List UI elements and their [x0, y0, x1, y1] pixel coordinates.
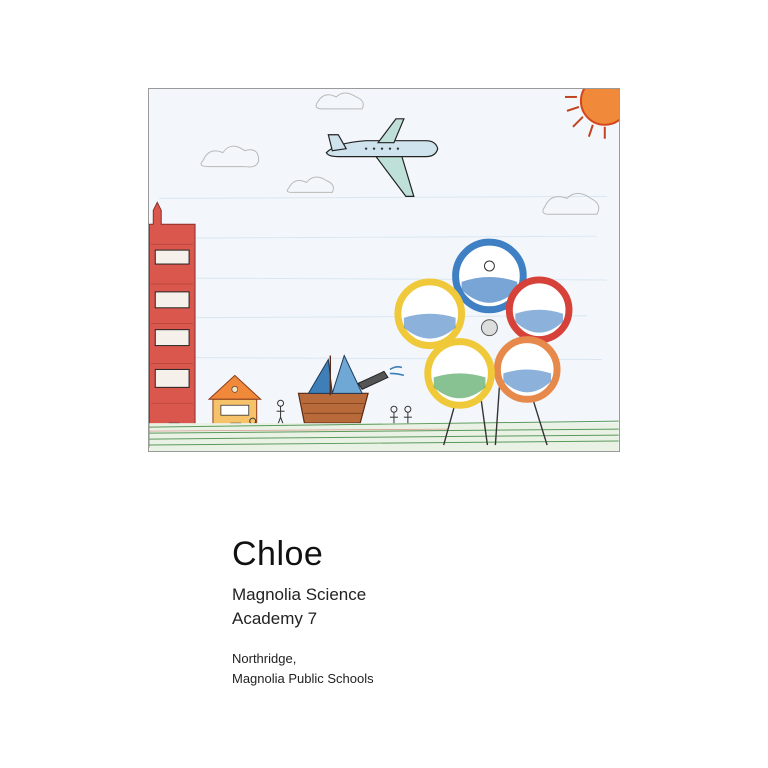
ring-yellow-left	[394, 278, 466, 350]
location-line-1: Northridge,	[232, 651, 297, 666]
school-name-line-1: Magnolia Science	[232, 585, 367, 604]
school-location: Northridge, Magnolia Public Schools	[232, 649, 374, 689]
student-name: Chloe	[232, 535, 324, 573]
school-name-line-2: Academy 7	[232, 609, 318, 628]
student-artwork	[148, 88, 620, 452]
ring-yellow-low	[424, 338, 495, 409]
ring-red	[505, 276, 573, 344]
school-name: Magnolia Science Academy 7	[232, 583, 366, 631]
location-line-2: Magnolia Public Schools	[232, 671, 374, 686]
apartment-building	[149, 201, 196, 448]
ring-orange	[493, 336, 561, 403]
grass	[149, 420, 619, 451]
